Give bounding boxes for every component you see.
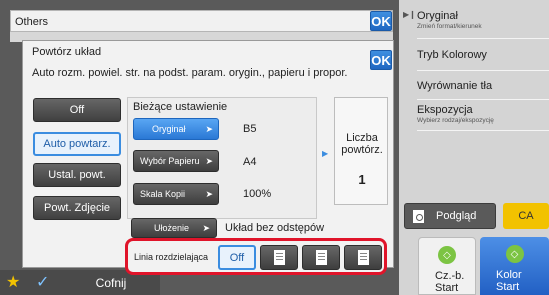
- copy-ratio-value: 100%: [243, 188, 272, 200]
- arrow-right-icon: ➤: [205, 156, 213, 166]
- repeat-count-box[interactable]: Liczba powtórz. 1: [334, 97, 388, 205]
- star-icon[interactable]: ★: [6, 272, 20, 292]
- arrow-right-icon: ➤: [205, 124, 213, 134]
- option-auto-repeat[interactable]: Auto powtarz.: [33, 132, 121, 156]
- preview-button[interactable]: Podgląd: [404, 203, 496, 229]
- divider: [417, 38, 549, 39]
- right-item-original[interactable]: Oryginał Zmień format/kierunek: [417, 10, 549, 30]
- paper-select-button[interactable]: Wybór Papieru ➤: [133, 150, 219, 172]
- divider-option-1[interactable]: [260, 245, 298, 270]
- start-bw-button[interactable]: ◇ Cz.-b. Start: [418, 237, 476, 295]
- preview-icon: [413, 209, 424, 223]
- right-item-color-mode[interactable]: Tryb Kolorowy: [417, 49, 549, 61]
- right-item-original-sub: Zmień format/kierunek: [417, 23, 482, 30]
- start-icon: ◇: [505, 245, 524, 263]
- right-item-background[interactable]: Wyrównanie tła: [417, 80, 549, 92]
- paper-select-label: Wybór Papieru: [140, 156, 200, 166]
- right-item-exposure[interactable]: Ekspozycja Wybierz rodzaj/ekspozycję: [417, 104, 549, 124]
- divider: [417, 99, 549, 100]
- original-value: B5: [243, 123, 257, 135]
- layout-button[interactable]: Ułożenie ➤: [131, 218, 217, 238]
- preview-label: Podgląd: [436, 210, 477, 222]
- current-settings-title: Bieżące ustawienie: [133, 101, 228, 113]
- start-color-label: Kolor Start: [496, 269, 522, 293]
- check-icon[interactable]: ✓: [36, 272, 49, 292]
- right-item-original-label: Oryginał: [417, 10, 458, 22]
- others-title: Others: [15, 16, 49, 28]
- layout-value: Układ bez odstępów: [225, 222, 325, 234]
- dialog-title: Powtórz układ: [32, 46, 102, 58]
- page-icon: [315, 250, 327, 265]
- page-icon: [273, 250, 285, 265]
- paper-value: A4: [243, 156, 257, 168]
- arrow-right-icon: ➤: [205, 189, 213, 199]
- dialog-ok-button[interactable]: OK: [370, 50, 392, 70]
- divider: [417, 70, 549, 71]
- copy-ratio-button[interactable]: Skala Kopii ➤: [133, 183, 219, 205]
- divider-option-3[interactable]: [344, 245, 382, 270]
- back-button[interactable]: Cofnij: [70, 273, 152, 293]
- right-item-background-label: Wyrównanie tła: [417, 80, 493, 92]
- arrow-right-icon: ▶: [322, 149, 329, 158]
- original-button-label: Oryginał: [152, 124, 186, 134]
- option-off[interactable]: Off: [33, 98, 121, 122]
- repeat-layout-dialog: Powtórz układ OK Auto rozm. powiel. str.…: [22, 40, 394, 268]
- divider-line-section: Linia rozdzielająca Off: [125, 238, 387, 275]
- option-photo-repeat[interactable]: Powt. Zdjęcie: [33, 196, 121, 220]
- divider: [417, 130, 549, 131]
- start-bw-label: Cz.-b. Start: [435, 270, 465, 294]
- divider-option-2[interactable]: [302, 245, 340, 270]
- divider-off-button[interactable]: Off: [218, 245, 256, 270]
- right-item-color-mode-label: Tryb Kolorowy: [417, 49, 487, 61]
- dialog-description: Auto rozm. powiel. str. na podst. param.…: [32, 67, 348, 79]
- others-bar: Others: [10, 10, 393, 32]
- start-icon: ◇: [438, 246, 456, 264]
- copy-ratio-label: Skala Kopii: [140, 189, 186, 199]
- start-color-button[interactable]: ◇ Kolor Start: [480, 237, 549, 295]
- right-item-exposure-sub: Wybierz rodzaj/ekspozycję: [417, 117, 494, 124]
- layout-button-label: Ułożenie: [154, 223, 190, 233]
- page-icon: [357, 250, 369, 265]
- repeat-count-label: Liczba powtórz.: [341, 132, 383, 156]
- option-fixed-repeat[interactable]: Ustal. powt.: [33, 163, 121, 187]
- current-settings-box: Bieżące ustawienie Oryginał ➤ B5 Wybór P…: [127, 97, 317, 219]
- repeat-count-value: 1: [358, 172, 366, 187]
- divider-line-label: Linia rozdzielająca: [134, 252, 209, 262]
- original-button[interactable]: Oryginał ➤: [133, 118, 219, 140]
- expand-arrow-icon[interactable]: ▶❙: [403, 10, 416, 19]
- arrow-right-icon: ➤: [202, 223, 210, 233]
- top-ok-button[interactable]: OK: [370, 11, 392, 31]
- right-item-exposure-label: Ekspozycja: [417, 104, 473, 116]
- ca-button[interactable]: CA: [503, 203, 549, 229]
